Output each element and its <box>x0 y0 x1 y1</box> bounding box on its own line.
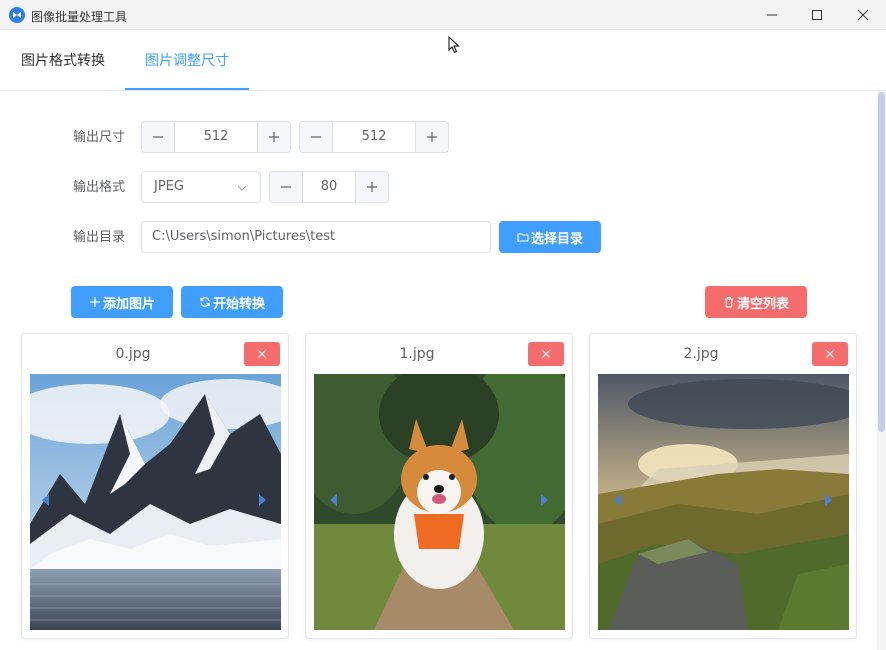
plus-icon <box>269 132 279 142</box>
maximize-button[interactable] <box>794 0 840 30</box>
image-preview[interactable] <box>30 374 281 630</box>
choose-dir-label: 选择目录 <box>530 231 583 247</box>
height-increment-button[interactable] <box>415 122 448 152</box>
height-value[interactable]: 512 <box>333 122 415 152</box>
landscape-photo <box>598 374 849 630</box>
clear-list-button[interactable]: 清空列表 <box>705 286 807 318</box>
add-images-button[interactable]: 添加图片 <box>71 286 173 318</box>
height-stepper[interactable]: 512 <box>299 121 449 153</box>
width-stepper[interactable]: 512 <box>141 121 291 153</box>
plus-icon <box>367 182 377 192</box>
quality-decrement-button[interactable] <box>270 172 303 202</box>
image-preview[interactable] <box>314 374 565 630</box>
chevron-down-icon <box>237 185 247 191</box>
tab-resize[interactable]: 图片调整尺寸 <box>145 51 229 71</box>
output-size-label: 输出尺寸 <box>73 130 126 145</box>
output-dir-value: C:\Users\simon\Pictures\test <box>152 229 336 244</box>
maximize-icon <box>812 10 822 20</box>
mountain-photo <box>30 374 281 630</box>
scrollbar-thumb[interactable] <box>878 92 885 432</box>
prev-arrow-icon[interactable] <box>42 494 50 506</box>
minus-icon <box>281 186 291 188</box>
quality-stepper[interactable]: 80 <box>269 171 389 203</box>
minimize-icon <box>767 14 777 16</box>
close-icon <box>258 350 266 358</box>
dog-photo <box>314 374 565 630</box>
next-arrow-icon[interactable] <box>258 494 266 506</box>
active-tab-indicator <box>125 88 249 90</box>
format-select[interactable]: JPEG <box>141 171 261 203</box>
plus-icon <box>89 297 100 307</box>
image-preview[interactable] <box>598 374 849 630</box>
output-format-label: 输出格式 <box>73 180 126 195</box>
tab-bar: 图片格式转换 图片调整尺寸 <box>0 30 886 91</box>
trash-icon <box>724 296 733 308</box>
window-title: 图像批量处理工具 <box>31 10 128 24</box>
image-filename: 0.jpg <box>115 346 151 362</box>
image-filename: 1.jpg <box>399 346 435 362</box>
refresh-icon <box>200 297 210 307</box>
height-decrement-button[interactable] <box>300 122 333 152</box>
next-arrow-icon[interactable] <box>824 494 832 506</box>
width-increment-button[interactable] <box>257 122 290 152</box>
minus-icon <box>311 136 321 138</box>
minus-icon <box>153 136 163 138</box>
image-filename: 2.jpg <box>683 346 719 362</box>
choose-dir-button[interactable]: 选择目录 <box>499 221 601 253</box>
image-card: 1.jpg <box>305 333 573 639</box>
image-card: 0.jpg <box>21 333 289 639</box>
prev-arrow-icon[interactable] <box>330 494 338 506</box>
quality-increment-button[interactable] <box>355 172 388 202</box>
width-decrement-button[interactable] <box>142 122 175 152</box>
mouse-cursor-icon <box>448 36 460 54</box>
close-icon <box>857 9 869 21</box>
image-card: 2.jpg <box>589 333 857 639</box>
tab-format-convert[interactable]: 图片格式转换 <box>21 51 105 71</box>
format-select-value: JPEG <box>154 179 184 194</box>
scrollbar[interactable] <box>877 91 886 650</box>
start-convert-label: 开始转换 <box>212 296 265 312</box>
plus-icon <box>427 132 437 142</box>
quality-value[interactable]: 80 <box>303 172 355 202</box>
clear-list-label: 清空列表 <box>736 296 789 312</box>
next-arrow-icon[interactable] <box>540 494 548 506</box>
remove-image-button[interactable] <box>528 342 564 366</box>
close-icon <box>542 350 550 358</box>
minimize-button[interactable] <box>749 0 795 30</box>
width-value[interactable]: 512 <box>175 122 257 152</box>
remove-image-button[interactable] <box>812 342 848 366</box>
close-window-button[interactable] <box>840 0 886 30</box>
app-logo-icon <box>9 7 25 23</box>
output-dir-input[interactable]: C:\Users\simon\Pictures\test <box>141 221 491 253</box>
title-bar: 图像批量处理工具 <box>0 0 886 30</box>
folder-icon <box>517 233 529 242</box>
close-icon <box>826 350 834 358</box>
prev-arrow-icon[interactable] <box>614 494 622 506</box>
start-convert-button[interactable]: 开始转换 <box>181 286 283 318</box>
remove-image-button[interactable] <box>244 342 280 366</box>
output-dir-label: 输出目录 <box>73 230 126 245</box>
add-images-label: 添加图片 <box>102 296 155 312</box>
